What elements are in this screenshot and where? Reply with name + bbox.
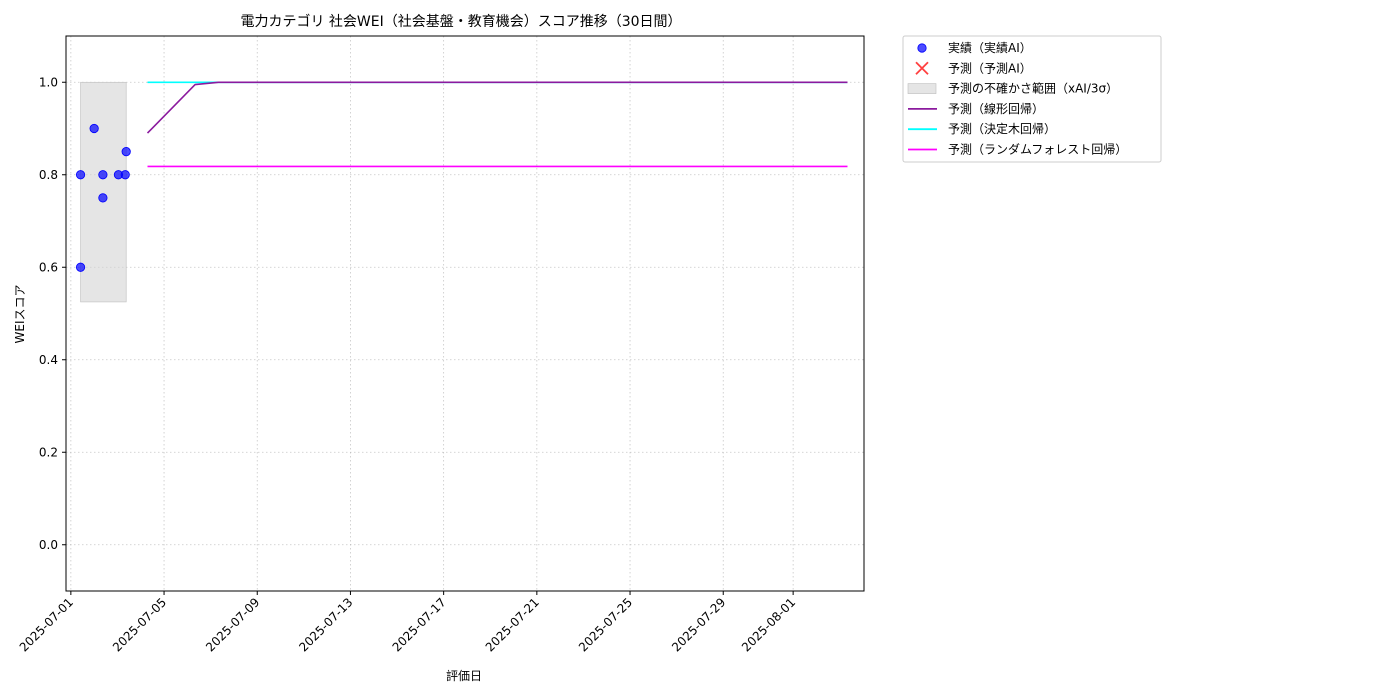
uncertainty-band <box>80 81 127 303</box>
actual-point <box>121 147 131 157</box>
chart-figure: 2025-07-01 2025-07-05 2025-07-09 2025-07-13… <box>0 0 1400 700</box>
y-axis-label: WEIスコア <box>13 285 27 344</box>
chart-title: 電力カテゴリ 社会WEI（社会基盤・教育機会）スコア推移（30日間） <box>240 13 681 30</box>
legend-label: 予測（ランダムフォレスト回帰） <box>948 142 1127 157</box>
y-tick-label: 0.0 <box>39 538 58 552</box>
figure-background <box>0 0 1400 700</box>
legend-swatch <box>917 43 927 53</box>
y-tick-label: 0.4 <box>39 353 58 367</box>
legend-label: 予測（決定木回帰） <box>948 121 1056 136</box>
y-tick-label: 0.2 <box>39 445 58 459</box>
legend-label: 予測（予測AI） <box>948 61 1032 75</box>
actual-point <box>89 123 99 134</box>
actual-point <box>120 170 130 180</box>
legend: 実績（実績AI） 予測（予測AI） 予測の不確かさ範囲（xAI/3σ） 予測（線形回帰… <box>902 35 1162 163</box>
y-tick-label: 1.0 <box>39 75 58 89</box>
actual-point <box>75 170 86 180</box>
x-axis-label: 評価日 <box>446 668 482 683</box>
y-tick-label: 0.8 <box>39 168 58 182</box>
legend-swatch <box>907 83 937 94</box>
legend-label: 予測（線形回帰） <box>948 101 1044 116</box>
actual-point <box>98 170 108 180</box>
legend-label: 予測の不確かさ範囲（xAI/3σ） <box>948 81 1118 96</box>
actual-point <box>98 193 108 203</box>
legend-label: 実績（実績AI） <box>948 40 1032 55</box>
uncertainty-band-layer <box>80 81 127 303</box>
y-tick-label: 0.6 <box>39 260 58 274</box>
actual-point <box>75 262 86 272</box>
